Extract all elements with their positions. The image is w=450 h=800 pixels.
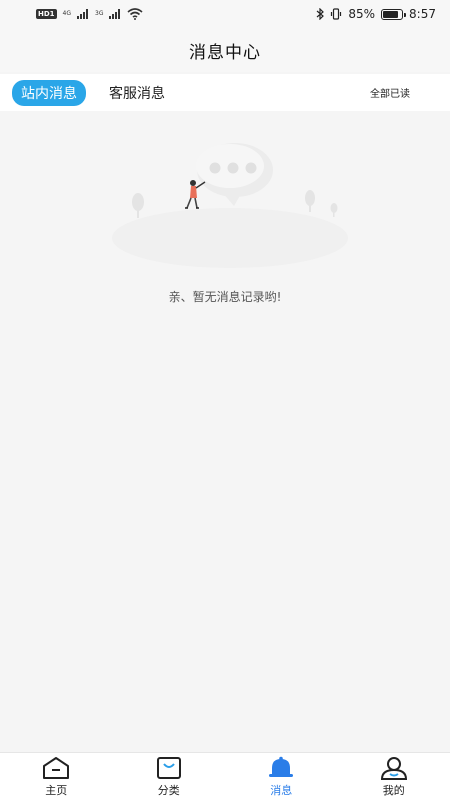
bubble-dot [227,162,239,174]
page-title: 消息中心 [189,42,261,63]
bag-icon [153,755,185,781]
nav-label-home: 主页 [45,784,68,797]
wifi-icon [127,8,144,20]
header: 消息中心 [0,28,450,72]
tab-site-messages[interactable]: 站内消息 [12,79,86,106]
bottom-nav: 主页 分类 消息 我的 [0,752,450,800]
bubble-dot [209,162,221,174]
nav-label-category: 分类 [157,784,180,797]
clock: 8:57 [409,7,436,21]
hd-badge: HD1 [36,9,57,19]
signal-icon [77,9,89,19]
signal-icon-2 [109,9,121,19]
battery-percent: 85% [348,7,376,21]
battery-icon [381,8,407,20]
tab-customer-service-messages[interactable]: 客服消息 [100,80,174,106]
bubble-dot [245,162,257,174]
nav-label-profile: 我的 [382,784,405,797]
status-left: HD1 4G 3G [36,8,144,20]
status-right: 85% 8:57 [316,7,436,21]
message-tabs: 站内消息 客服消息 全部已读 [0,74,450,111]
ground-shadow [112,208,348,268]
network-4g-label: 4G [62,10,72,17]
status-bar: HD1 4G 3G 85% 8:57 [0,0,450,28]
empty-state-text: 亲、暂无消息记录哟! [168,290,282,304]
empty-message-illustration [112,143,348,268]
nav-item-category[interactable]: 分类 [134,755,204,798]
nav-item-home[interactable]: 主页 [21,755,91,798]
bluetooth-icon [316,8,325,20]
battery-fill [383,10,399,18]
chat-bubble-icon [196,143,273,206]
tree-right [305,190,338,217]
user-icon [378,755,410,781]
tree-left [132,193,144,218]
vibrate-icon [331,8,342,20]
network-3g-label: 3G [95,10,104,17]
nav-label-messages: 消息 [270,784,293,797]
person-figure [185,180,206,209]
bell-icon [265,755,297,781]
nav-item-messages[interactable]: 消息 [246,755,316,798]
mark-all-read-button[interactable]: 全部已读 [370,85,438,100]
home-icon [40,755,72,781]
nav-item-profile[interactable]: 我的 [359,755,429,798]
